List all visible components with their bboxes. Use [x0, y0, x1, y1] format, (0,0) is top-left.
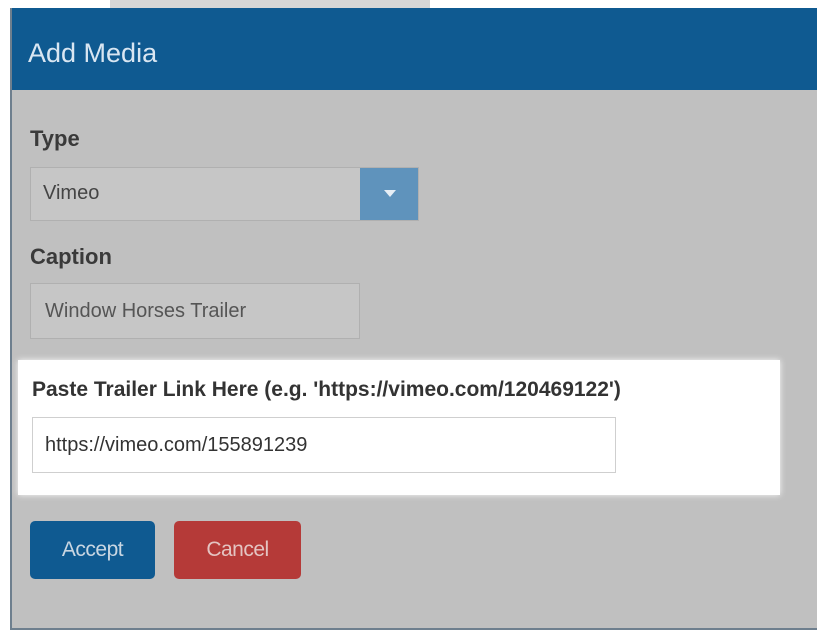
caption-input[interactable]: Window Horses Trailer — [30, 283, 360, 339]
background-edge — [110, 0, 430, 8]
trailer-link-label: Paste Trailer Link Here (e.g. 'https://v… — [32, 378, 621, 401]
accept-button[interactable]: Accept — [30, 521, 155, 579]
caption-label: Caption — [30, 244, 112, 269]
dialog-title: Add Media — [28, 38, 158, 68]
dialog-header: Add Media — [12, 8, 817, 90]
type-select[interactable]: Vimeo — [30, 167, 419, 221]
type-label: Type — [30, 126, 80, 151]
trailer-link-panel: Paste Trailer Link Here (e.g. 'https://v… — [18, 360, 780, 495]
chevron-down-icon[interactable] — [360, 168, 418, 220]
trailer-link-input[interactable]: https://vimeo.com/155891239 — [32, 417, 616, 473]
add-media-dialog: Add Media Type Vimeo Caption Window Hors… — [10, 8, 817, 630]
cancel-button[interactable]: Cancel — [174, 521, 301, 579]
type-select-value: Vimeo — [43, 182, 100, 204]
